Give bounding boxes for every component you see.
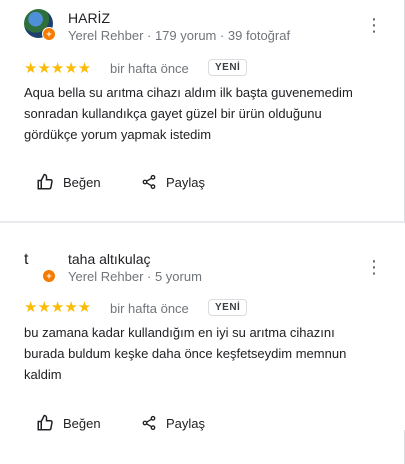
share-icon xyxy=(142,174,156,190)
new-badge: YENİ xyxy=(208,299,248,316)
like-label: Beğen xyxy=(63,415,101,431)
share-button[interactable]: Paylaş xyxy=(141,414,205,432)
new-badge: YENİ xyxy=(208,59,248,76)
share-label: Paylaş xyxy=(166,174,206,190)
review-text: Aqua bella su arıtma cihazı aldım ilk ba… xyxy=(24,85,353,142)
star-rating: ★★★★★ xyxy=(24,60,92,77)
reviewer-meta[interactable]: Yerel Rehber · 5 yorum xyxy=(68,269,202,284)
more-vert-icon[interactable]: ⋮ xyxy=(365,258,383,276)
more-vert-icon[interactable]: ⋮ xyxy=(365,16,383,34)
review-card: + HARİZ Yerel Rehber · 179 yorum · 39 fo… xyxy=(0,0,405,222)
like-label: Beğen xyxy=(63,174,101,190)
thumbs-up-icon xyxy=(37,173,53,190)
reviewer-name[interactable]: HARİZ xyxy=(68,10,110,26)
share-button[interactable]: Paylaş xyxy=(141,173,205,191)
share-icon xyxy=(142,415,156,431)
like-button[interactable]: Beğen xyxy=(36,414,101,432)
review-text: bu zamana kadar kullandığım en iyi su ar… xyxy=(24,325,347,382)
local-guide-badge-icon: + xyxy=(42,269,56,283)
local-guide-badge-icon: + xyxy=(42,27,56,41)
reviewer-meta[interactable]: Yerel Rehber · 179 yorum · 39 fotoğraf xyxy=(68,28,290,43)
reviewer-name[interactable]: taha altıkulaç xyxy=(68,251,151,267)
share-label: Paylaş xyxy=(166,415,206,431)
star-rating: ★★★★★ xyxy=(24,299,92,316)
review-time: bir hafta önce xyxy=(110,61,189,76)
like-button[interactable]: Beğen xyxy=(36,173,101,191)
review-time: bir hafta önce xyxy=(110,301,189,316)
thumbs-up-icon xyxy=(37,414,53,431)
